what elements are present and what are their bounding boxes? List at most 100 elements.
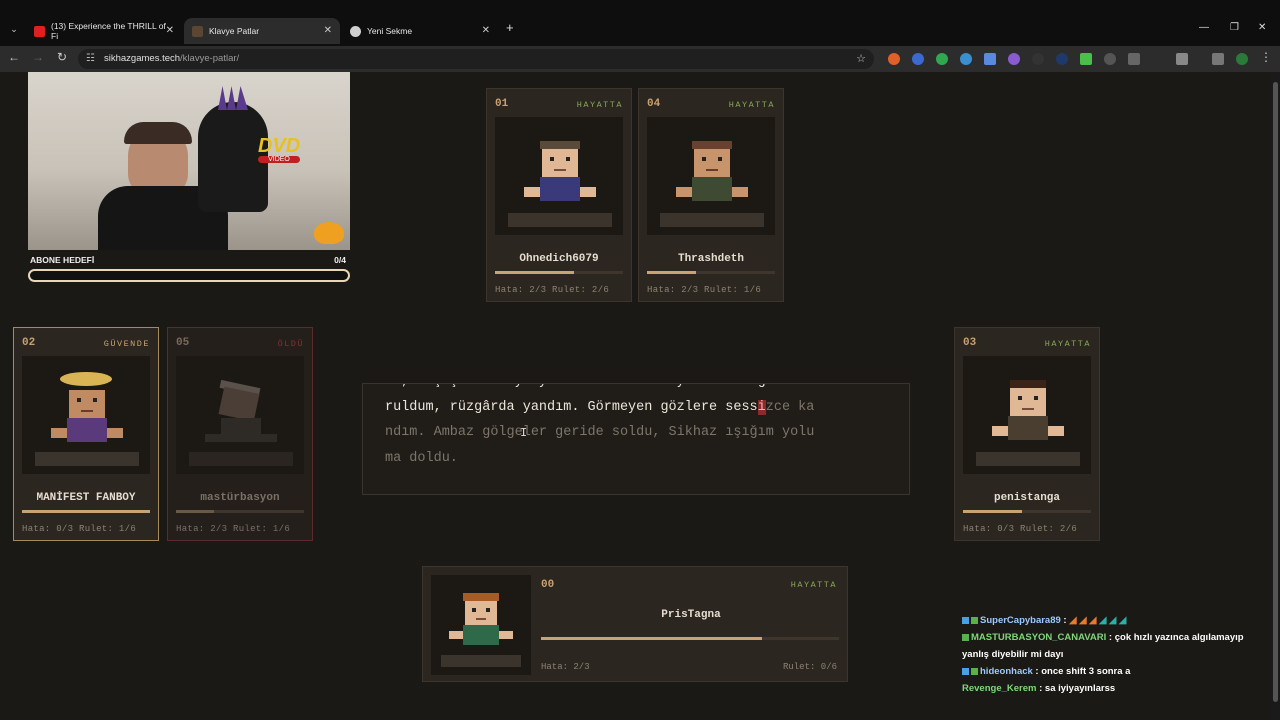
close-icon[interactable]: ✕ (324, 25, 332, 36)
player-status: HAYATTA (728, 100, 775, 110)
back-arrow-icon[interactable]: ← (6, 50, 22, 64)
extension-icon[interactable] (1056, 53, 1068, 65)
player-name: Ohnedich6079 (519, 253, 599, 265)
player-stats: Hata: 0/3 Rulet: 2/6 (963, 524, 1078, 534)
text-line: ma doldu. (385, 450, 458, 466)
new-tab-icon[interactable]: + (506, 20, 514, 35)
player-card: 03 HAYATTA penistanga Hata: 0/3 Rulet: 2… (954, 327, 1100, 541)
player-avatar (22, 356, 150, 474)
tab-title: (13) Experience the THRILL of Fi (51, 21, 166, 41)
extension-icon[interactable] (1104, 53, 1116, 65)
badge-icon (962, 616, 969, 624)
player-number: 03 (963, 337, 977, 349)
emote-icon: ◢ ◢ ◢ (1069, 615, 1100, 626)
url-host: sikhazgames.tech (104, 53, 181, 64)
player-stats: Hata: 2/3 Rulet: 1/6 (647, 285, 762, 295)
extension-icon[interactable] (912, 53, 924, 65)
extensions-puzzle-icon[interactable] (1176, 53, 1188, 65)
chat-text: : sa iyiyayınlarss (1036, 683, 1116, 694)
chat-user: hideonhack (980, 666, 1033, 677)
restore-icon[interactable]: ❐ (1230, 22, 1239, 33)
player-stats: Hata: 2/3 Rulet: 2/6 (495, 285, 610, 295)
reading-list-icon[interactable] (1212, 53, 1224, 65)
player-status: HAYATTA (576, 100, 623, 110)
close-icon[interactable]: ✕ (482, 25, 490, 36)
player-stats: Hata: 2/3 Rulet: 1/6 (176, 524, 291, 534)
player-name: penistanga (993, 492, 1060, 504)
player-number: 04 (647, 98, 661, 110)
extension-icon[interactable] (984, 53, 996, 65)
mouse-ibeam-icon: I (520, 426, 528, 440)
minimize-icon[interactable]: — (1199, 22, 1209, 33)
chat-message: SuperCapybara89 : ◢ ◢ ◢ ◢ ◢ ◢ (962, 612, 1262, 629)
player-card: 01 HAYATTA Ohnedich6079 Hata: 2/3 Rulet:… (486, 88, 632, 302)
menu-kebab-icon[interactable]: ⋮ (1258, 50, 1274, 64)
address-toolbar: ← → ↻ ☷ sikhazgames.tech/klavye-patlar/ … (0, 46, 1280, 73)
tab-youtube[interactable]: (13) Experience the THRILL of Fi ✕ (26, 18, 182, 44)
remaining-text: zce ka (765, 399, 815, 415)
text-line: ndım. Ambaz gölgeler geride soldu, Sikha… (385, 425, 815, 440)
extension-icon[interactable] (1080, 53, 1092, 65)
stream-chat: SuperCapybara89 : ◢ ◢ ◢ ◢ ◢ ◢ MASTURBASY… (962, 612, 1262, 697)
player-name: mastürbasyon (200, 492, 280, 504)
dvd-logo: DVD VIDEO (258, 135, 301, 163)
reload-icon[interactable]: ↻ (54, 50, 70, 64)
tab-search-icon[interactable]: ⌄ (6, 24, 22, 35)
badge-icon (962, 633, 969, 641)
close-icon[interactable]: ✕ (166, 25, 174, 36)
text-line: ruldum, rüzgârda yandım. Görmeyen gözler… (385, 395, 895, 421)
webcam-overlay: DVD VIDEO ABONE HEDEFİ 0/4 (28, 72, 350, 286)
game-page: DVD VIDEO ABONE HEDEFİ 0/4 01 HAYATTA Oh… (0, 72, 1270, 720)
profile-avatar[interactable] (1236, 53, 1248, 65)
grammarly-icon[interactable] (936, 53, 948, 65)
player-status: HAYATTA (790, 580, 837, 590)
subscriber-goal-label: ABONE HEDEFİ (30, 255, 95, 265)
player-status: ÖLDÜ (277, 339, 304, 349)
tab-title: Klavye Patlar (209, 26, 260, 36)
player-avatar (431, 575, 531, 675)
bookmark-star-icon[interactable]: ☆ (856, 49, 866, 69)
webcam-feed: DVD VIDEO (28, 72, 350, 250)
player-progress-bar (647, 271, 775, 274)
player-progress-bar (541, 637, 839, 640)
player-avatar (495, 117, 623, 235)
page-scrollbar[interactable] (1270, 72, 1280, 720)
tab-klavye-patlar[interactable]: Klavye Patlar ✕ (184, 18, 340, 44)
halo-icon (60, 372, 112, 386)
extension-icon[interactable] (888, 53, 900, 65)
player-card: 02 GÜVENDE MANİFEST FANBOY Hata: 0/3 Rul… (13, 327, 159, 541)
chat-user: SuperCapybara89 (980, 615, 1061, 626)
extension-icon[interactable] (1128, 53, 1140, 65)
roulette-count: Rulet: 0/6 (782, 662, 837, 672)
chat-message: hideonhack : once shift 3 sonra a (962, 663, 1262, 680)
chrome-icon (350, 25, 361, 37)
chat-message: Revenge_Kerem : sa iyiyayınlarss (962, 680, 1262, 697)
extension-icon[interactable] (960, 53, 972, 65)
browser-tab-bar: ⌄ (13) Experience the THRILL of Fi ✕ Kla… (0, 0, 1280, 46)
tab-title: Yeni Sekme (367, 26, 413, 36)
scrollbar-thumb[interactable] (1273, 82, 1278, 702)
tab-new-tab[interactable]: Yeni Sekme ✕ (342, 18, 498, 44)
current-char: i (757, 399, 766, 415)
forward-arrow-icon[interactable]: → (30, 50, 46, 64)
mascot-bird-icon (314, 222, 344, 244)
player-card: 05 ÖLDÜ mastürbasyon Hata: 2/3 Rulet: 1/… (167, 327, 313, 541)
url-bar[interactable]: ☷ sikhazgames.tech/klavye-patlar/ ☆ (78, 49, 874, 69)
extension-icon[interactable] (1032, 53, 1044, 65)
self-player-panel: 00 HAYATTA PrisTagna Hata: 2/3 Rulet: 0/… (422, 566, 848, 682)
typed-text: ruldum, rüzgârda yandım. Görmeyen gözler… (385, 399, 758, 415)
player-card: 04 HAYATTA Thrashdeth Hata: 2/3 Rulet: 1… (638, 88, 784, 302)
player-progress-bar (22, 510, 150, 513)
site-info-icon[interactable]: ☷ (86, 49, 95, 69)
text-line: ım, kaçışımla kaynayan sıkhazı bulmaya..… (385, 384, 895, 395)
player-number: 01 (495, 98, 509, 110)
extension-icon[interactable] (1008, 53, 1020, 65)
window-close-icon[interactable]: ✕ (1258, 22, 1266, 33)
badge-icon (962, 667, 969, 675)
player-status: GÜVENDE (103, 339, 150, 349)
site-favicon-icon (192, 25, 203, 37)
url-path: /klavye-patlar/ (180, 53, 240, 64)
player-avatar (963, 356, 1091, 474)
player-progress-bar (176, 510, 304, 513)
typing-text-area[interactable]: ım, kaçışımla kaynayan sıkhazı bulmaya..… (362, 383, 910, 495)
